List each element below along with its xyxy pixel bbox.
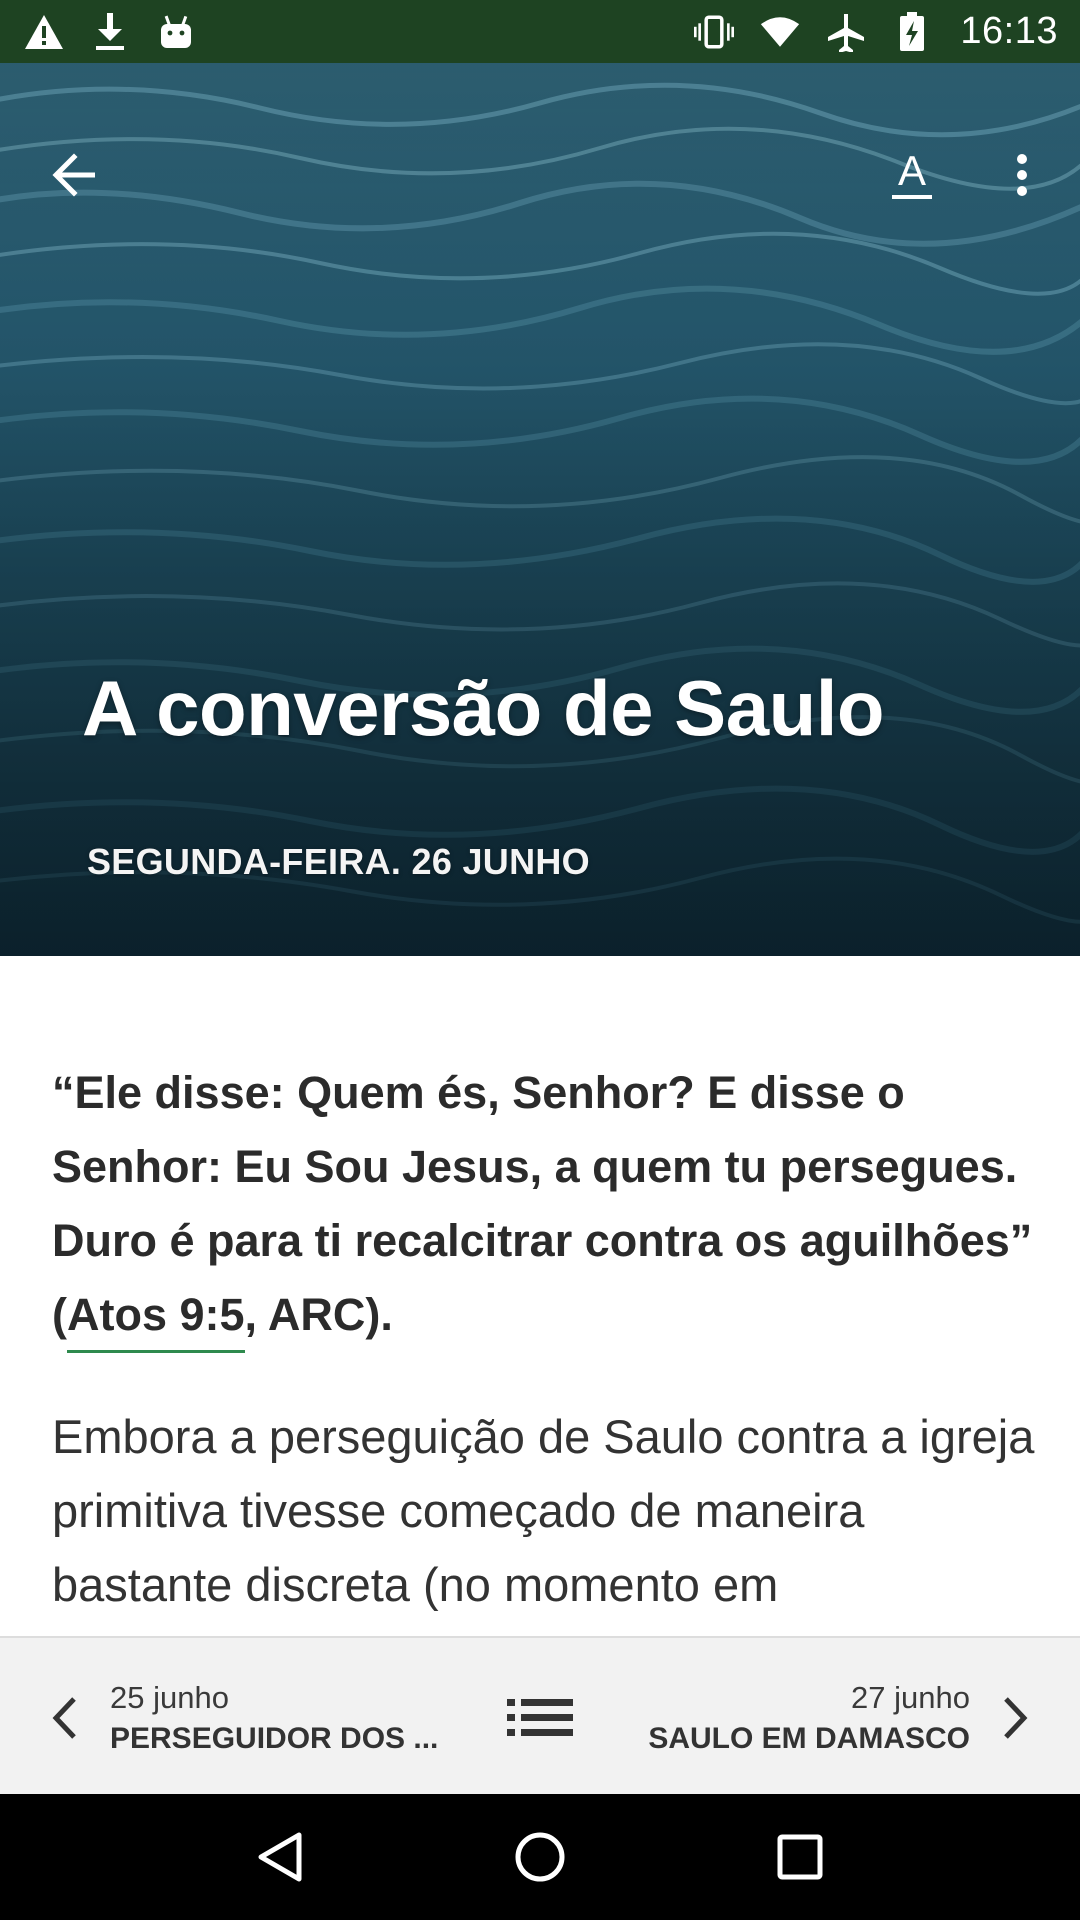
status-left-icons [24, 12, 196, 52]
system-navigation-bar [0, 1794, 1080, 1920]
vibrate-icon [694, 12, 735, 52]
article-paragraph: Embora a perseguição de Saulo contra a i… [52, 1410, 1035, 1611]
arrow-left-icon [52, 153, 95, 197]
font-settings-button[interactable]: A [872, 135, 952, 215]
back-button[interactable] [34, 135, 114, 215]
page-title: A conversão de Saulo [82, 664, 885, 752]
status-right-icons: 16:13 [694, 10, 1058, 53]
airplane-icon [826, 12, 866, 52]
lesson-list-button[interactable] [500, 1686, 580, 1750]
chevron-right-icon [1004, 1697, 1028, 1739]
previous-day-button[interactable] [40, 1690, 90, 1746]
list-icon [507, 1699, 573, 1736]
android-icon [156, 12, 196, 52]
next-day-date: 27 junho [851, 1680, 970, 1715]
system-recents-button[interactable] [755, 1812, 845, 1902]
system-home-button[interactable] [495, 1812, 585, 1902]
previous-day-link[interactable]: 25 junho PERSEGUIDOR DOS ... [110, 1678, 440, 1760]
day-navigation-bar: 25 junho PERSEGUIDOR DOS ... 27 junho SA… [0, 1636, 1080, 1794]
download-icon [90, 12, 130, 52]
text-format-icon: A [892, 150, 932, 199]
chevron-left-icon [52, 1697, 76, 1739]
bible-quote: “Ele disse: Quem és, Senhor? E disse o S… [52, 1056, 1042, 1353]
warning-icon [24, 12, 64, 52]
previous-day-title: PERSEGUIDOR DOS ... [110, 1722, 439, 1755]
system-back-button[interactable] [235, 1812, 325, 1902]
next-day-title: SAULO EM DAMASCO [648, 1722, 970, 1755]
quote-tail: , ARC). [244, 1289, 393, 1340]
battery-icon [892, 11, 932, 52]
next-day-button[interactable] [990, 1690, 1040, 1746]
more-options-button[interactable] [982, 135, 1062, 215]
article-content: “Ele disse: Quem és, Senhor? E disse o S… [0, 956, 1080, 1636]
bible-reference-link[interactable]: Atos 9:5 [67, 1289, 245, 1353]
wifi-icon [760, 12, 800, 52]
triangle-back-icon [258, 1832, 302, 1882]
hero-header: A A conversão de Saulo SEGUNDA-FEIRA. 26… [0, 63, 1080, 956]
next-day-link[interactable]: 27 junho SAULO EM DAMASCO [610, 1678, 970, 1760]
circle-home-icon [515, 1832, 565, 1882]
more-vertical-icon [1017, 154, 1027, 196]
square-recents-icon [777, 1834, 823, 1880]
previous-day-date: 25 junho [110, 1680, 229, 1715]
status-time: 16:13 [960, 10, 1058, 52]
status-bar: 16:13 [0, 0, 1080, 63]
lesson-date: SEGUNDA-FEIRA. 26 JUNHO [87, 841, 590, 882]
